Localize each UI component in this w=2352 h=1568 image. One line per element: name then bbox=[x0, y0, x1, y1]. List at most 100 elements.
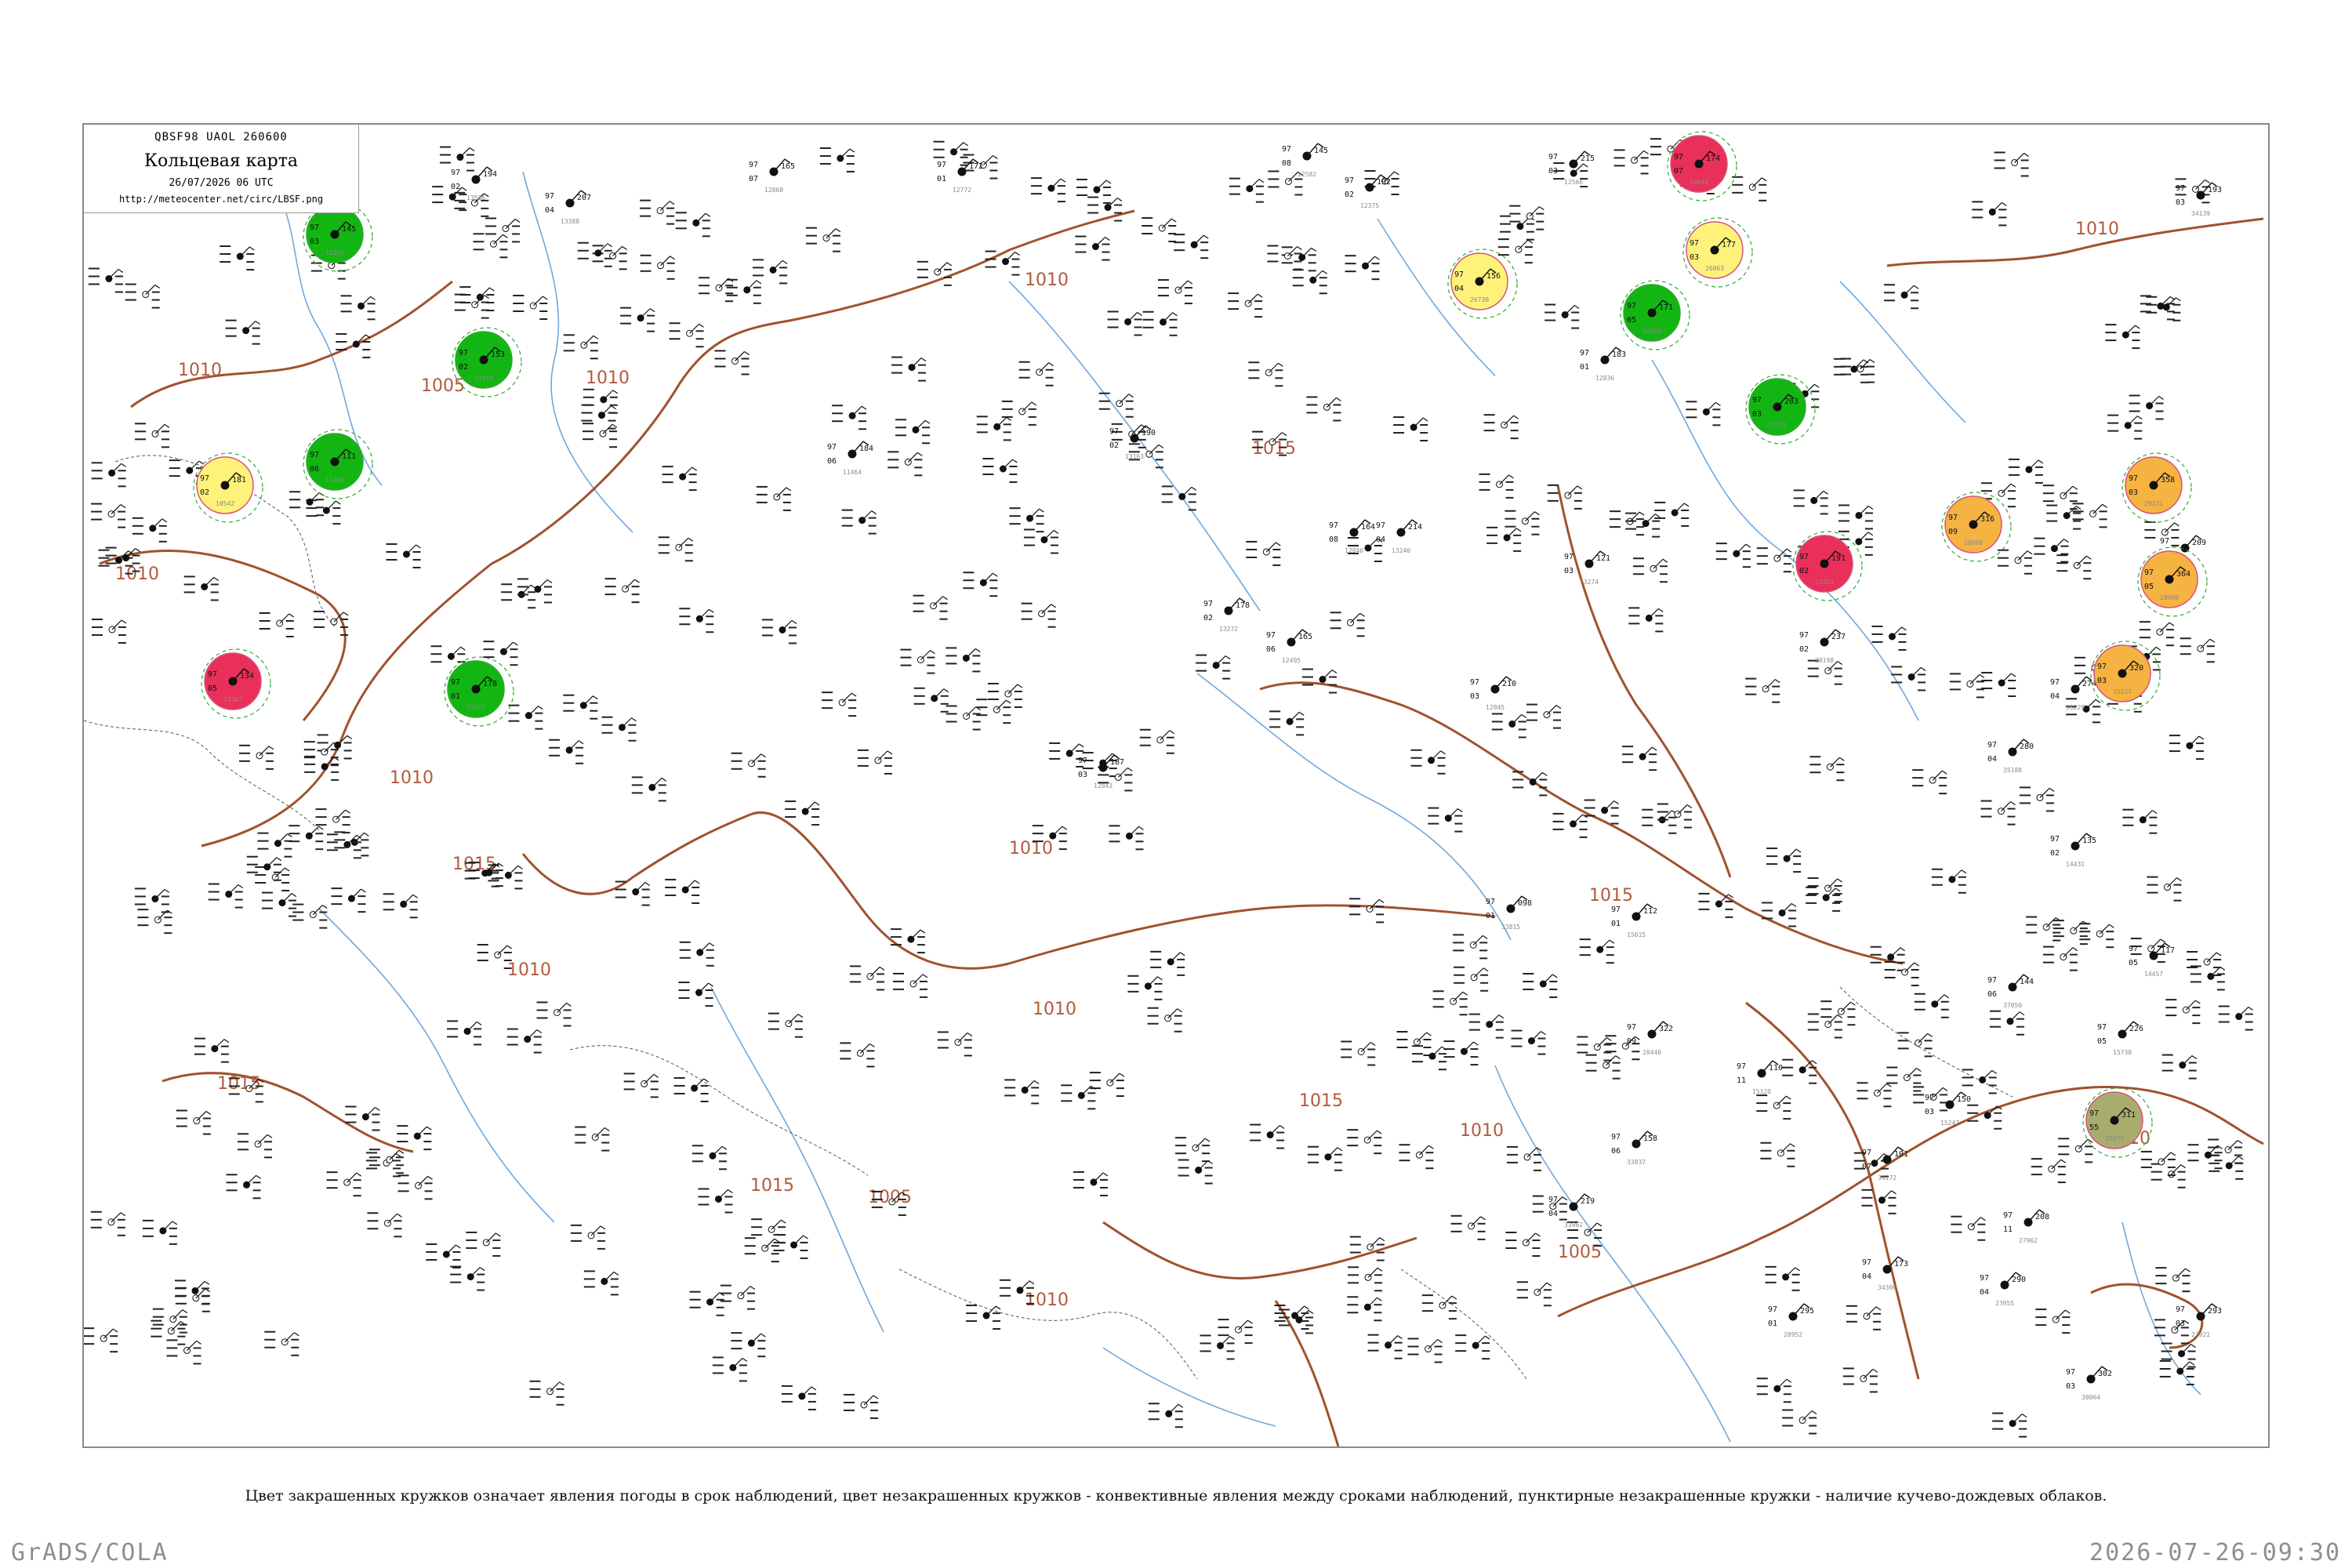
station-pressure: 145 bbox=[1314, 147, 1328, 155]
weather-station[interactable]: 97 02 135 14431 bbox=[2050, 833, 2096, 868]
weather-station[interactable]: 97 04 207 13388 bbox=[545, 190, 591, 225]
station-temp: 97 bbox=[451, 678, 460, 687]
weather-station[interactable]: 97 03 203 27731 bbox=[1745, 374, 1816, 445]
weather-station[interactable]: 97 06 144 37050 bbox=[1987, 974, 2034, 1009]
weather-station[interactable]: 97 03 302 38064 bbox=[2066, 1366, 2112, 1401]
weather-station[interactable]: 97 04 290 23955 bbox=[1980, 1272, 2026, 1307]
station-marker bbox=[1516, 1281, 1552, 1307]
weather-station[interactable]: 97 01 178 33317 bbox=[444, 656, 514, 727]
weather-station[interactable]: 97 01 112 15015 bbox=[1611, 903, 1657, 938]
station-id: 12495 bbox=[1282, 657, 1301, 664]
station-marker bbox=[805, 227, 841, 252]
weather-station[interactable]: 97 07 174 10948 bbox=[1667, 131, 1737, 201]
station-id: 15730 bbox=[2113, 1049, 2132, 1056]
station-marker bbox=[1511, 1029, 1546, 1055]
weather-station[interactable]: 97 02 194 13586 bbox=[451, 166, 497, 201]
station-marker bbox=[1004, 1079, 1040, 1105]
isobar-line bbox=[162, 1072, 414, 1153]
weather-station[interactable]: 97 05 171 34163 bbox=[1620, 280, 1690, 350]
station-marker bbox=[1267, 245, 1302, 270]
weather-station[interactable]: 97 03 177 26863 bbox=[1682, 217, 1753, 288]
weather-station[interactable]: 97 02 237 28198 bbox=[1799, 629, 1846, 664]
weather-station[interactable]: 97 03 215 12566 bbox=[1548, 151, 1595, 186]
weather-station[interactable]: 97 11 208 27962 bbox=[2003, 1209, 2049, 1244]
station-marker bbox=[1526, 703, 1562, 729]
station-id: 12840 bbox=[1345, 547, 1363, 554]
station-marker bbox=[679, 608, 714, 633]
legend-note: Цвет закрашенных кружков означает явлени… bbox=[245, 1487, 2107, 1504]
weather-station[interactable]: 97 03 320 35217 bbox=[2090, 641, 2161, 711]
weather-station[interactable]: 97 05 134 14307 bbox=[201, 648, 271, 719]
weather-station[interactable]: 97 02 181 10542 bbox=[193, 452, 263, 523]
station-id: 23921 bbox=[2191, 1331, 2210, 1338]
source-url[interactable]: http://meteocenter.net/circ/LBSF.png bbox=[84, 194, 358, 205]
station-marker bbox=[753, 259, 788, 285]
station-temp: 97 bbox=[1690, 239, 1699, 248]
weather-station[interactable]: 97 09 316 28666 bbox=[1941, 492, 2012, 562]
station-temp: 97 bbox=[2050, 835, 2060, 844]
station-id: 35188 bbox=[2003, 767, 2022, 774]
weather-station[interactable]: 97 06 158 33837 bbox=[1611, 1131, 1657, 1166]
isobar-label: 1005 bbox=[421, 376, 465, 396]
station-id: 14431 bbox=[2066, 861, 2085, 868]
station-marker bbox=[675, 212, 711, 238]
station-id: 26863 bbox=[1705, 265, 1724, 272]
weather-station[interactable]: 97 02 192 12375 bbox=[1345, 174, 1391, 209]
border-line bbox=[1839, 986, 2013, 1098]
weather-station[interactable]: 97 04 214 13240 bbox=[1376, 519, 1422, 554]
weather-station[interactable]: 97 02 153 11518 bbox=[452, 327, 522, 397]
weather-station[interactable]: 97 11 110 15120 bbox=[1737, 1060, 1783, 1095]
weather-station[interactable]: 97 06 111 11406 bbox=[303, 429, 373, 499]
weather-station[interactable]: 97 04 280 35188 bbox=[1987, 739, 2034, 774]
weather-station[interactable]: 97 08 145 12582 bbox=[1282, 143, 1328, 178]
station-marker bbox=[1544, 303, 1580, 329]
station-temp: 97 bbox=[1454, 270, 1464, 279]
isobar-line bbox=[1588, 813, 1904, 965]
weather-station[interactable]: 97 04 219 33962 bbox=[1548, 1193, 1595, 1229]
synoptic-map[interactable]: 1010101010101005101010101015101510101015… bbox=[84, 125, 2268, 1446]
weather-station[interactable]: 97 03 210 12945 bbox=[1470, 676, 1516, 711]
weather-station[interactable]: 97 05 226 15730 bbox=[2097, 1021, 2143, 1056]
station-marker bbox=[895, 419, 931, 445]
weather-station[interactable]: 97 06 165 12495 bbox=[1266, 629, 1312, 664]
station-marker bbox=[84, 1327, 118, 1353]
station-marker bbox=[261, 891, 297, 917]
station-temp: 97 bbox=[1862, 1149, 1871, 1157]
station-marker bbox=[397, 1174, 433, 1200]
station-dewpoint: 01 bbox=[1580, 363, 1589, 372]
station-dewpoint: 03 bbox=[1690, 253, 1699, 262]
weather-station[interactable]: 97 05 364 28900 bbox=[2137, 546, 2208, 617]
station-marker bbox=[2034, 537, 2069, 563]
station-marker bbox=[2105, 324, 2140, 350]
weather-station[interactable]: 97 01 183 12836 bbox=[1580, 347, 1626, 382]
station-marker bbox=[751, 1218, 786, 1244]
weather-station[interactable]: 97 06 184 11464 bbox=[827, 441, 873, 476]
station-temp: 97 bbox=[1109, 427, 1119, 436]
station-marker bbox=[386, 543, 421, 568]
station-pressure: 322 bbox=[1659, 1025, 1673, 1033]
station-marker bbox=[714, 350, 750, 376]
isobar-label: 1015 bbox=[750, 1176, 794, 1196]
station-marker bbox=[506, 1028, 543, 1054]
station-marker bbox=[1782, 1409, 1817, 1435]
station-id: 12205 bbox=[325, 249, 344, 256]
weather-station[interactable]: 97 07 165 12860 bbox=[749, 158, 795, 194]
weather-station[interactable]: 97 03 121 13274 bbox=[1564, 550, 1610, 586]
station-marker bbox=[226, 1174, 261, 1200]
weather-station[interactable]: 97 03 358 29231 bbox=[2122, 452, 2192, 523]
weather-station[interactable]: 97 01 295 28952 bbox=[1768, 1303, 1814, 1338]
weather-station[interactable]: 97 04 173 34300 bbox=[1862, 1256, 1908, 1291]
river-line bbox=[1839, 281, 1966, 423]
weather-station[interactable]: 97 04 156 26730 bbox=[1447, 249, 1518, 319]
station-marker bbox=[1107, 310, 1142, 336]
station-dewpoint: 04 bbox=[1376, 535, 1385, 544]
weather-station[interactable]: 97 01 098 33815 bbox=[1486, 895, 1532, 931]
weather-station[interactable]: 97 02 191 27453 bbox=[1792, 531, 1863, 601]
weather-station[interactable]: 97 03 293 23921 bbox=[2176, 1303, 2222, 1338]
station-temp: 97 bbox=[2089, 1109, 2099, 1118]
weather-station[interactable]: 97 02 178 13272 bbox=[1203, 597, 1250, 633]
station-marker bbox=[2218, 1005, 2254, 1031]
isobar-line bbox=[130, 280, 453, 408]
weather-station[interactable]: 97 01 172 12772 bbox=[937, 158, 983, 194]
station-marker bbox=[1686, 401, 1721, 426]
